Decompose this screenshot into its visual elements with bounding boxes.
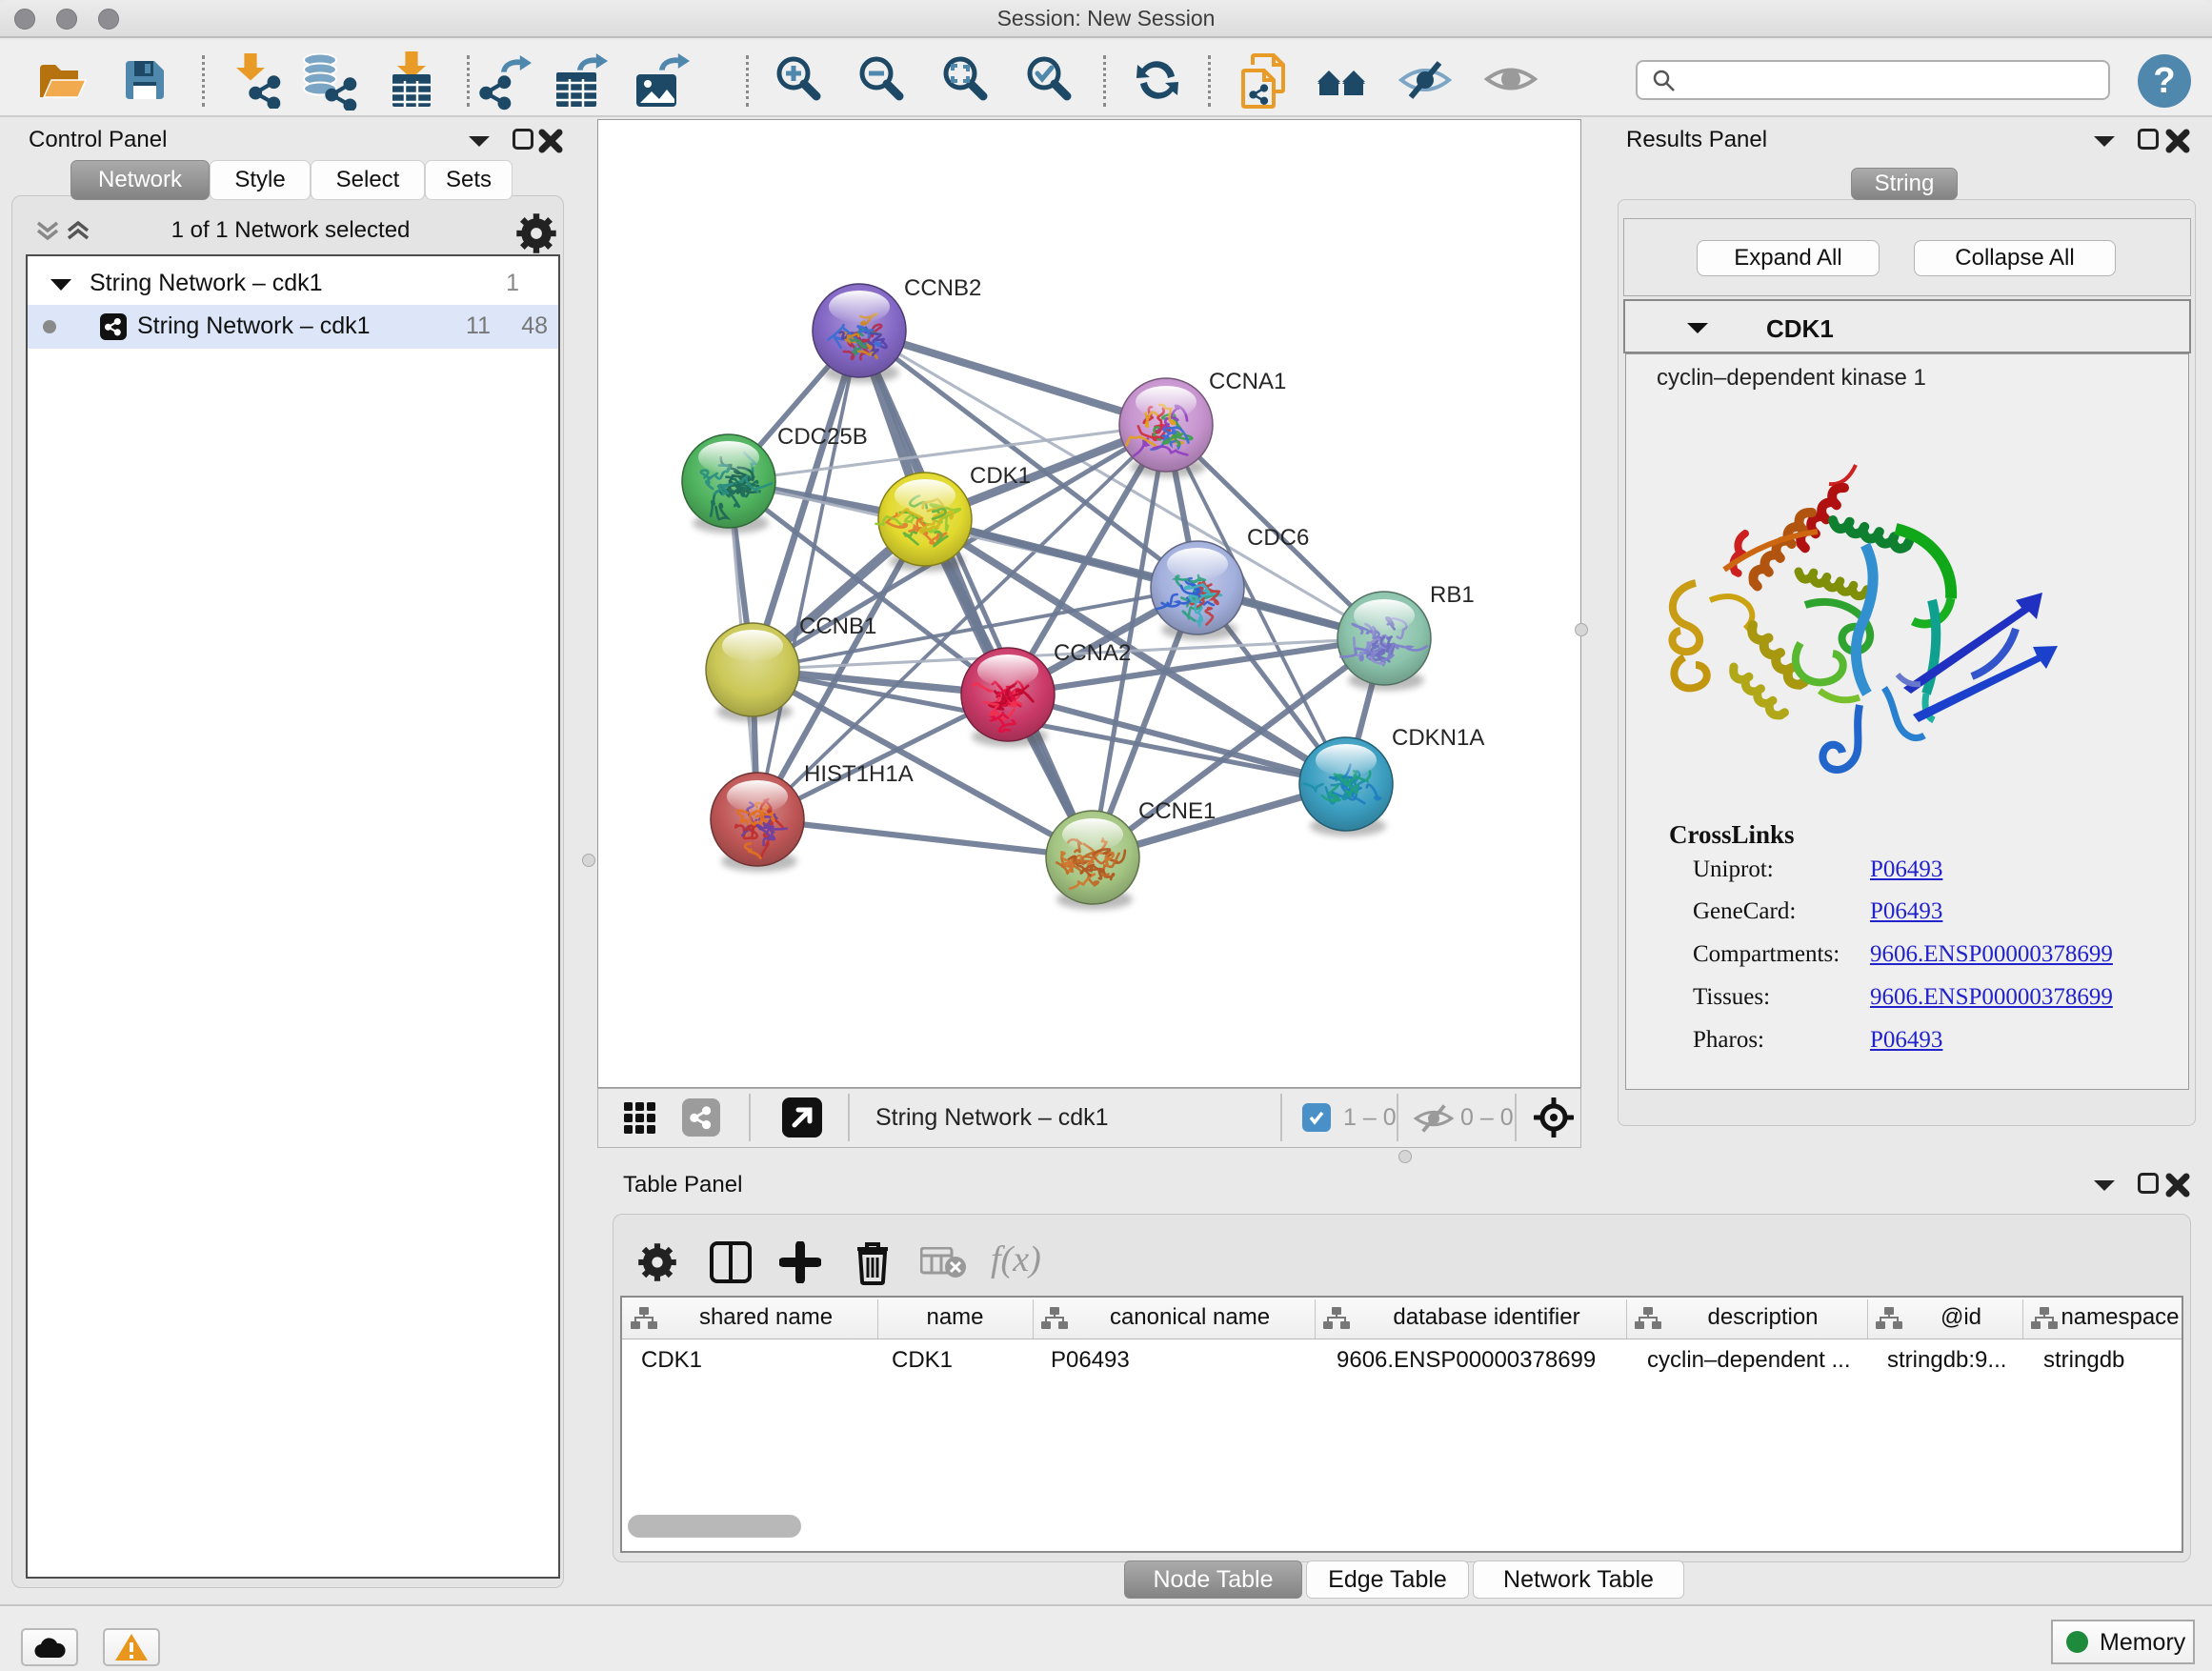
svg-text:CCNE1: CCNE1 [1138, 798, 1216, 824]
svg-text:CCNB2: CCNB2 [904, 275, 981, 301]
svg-text:RB1: RB1 [1430, 582, 1475, 608]
svg-text:CCNA2: CCNA2 [1054, 640, 1131, 666]
svg-text:CDKN1A: CDKN1A [1392, 725, 1484, 751]
svg-text:HIST1H1A: HIST1H1A [804, 761, 914, 787]
svg-text:CCNA1: CCNA1 [1209, 369, 1286, 394]
svg-text:CCNB1: CCNB1 [799, 614, 876, 639]
svg-text:CDC6: CDC6 [1247, 525, 1309, 551]
svg-text:CDC25B: CDC25B [777, 424, 868, 450]
svg-text:CDK1: CDK1 [970, 463, 1031, 489]
